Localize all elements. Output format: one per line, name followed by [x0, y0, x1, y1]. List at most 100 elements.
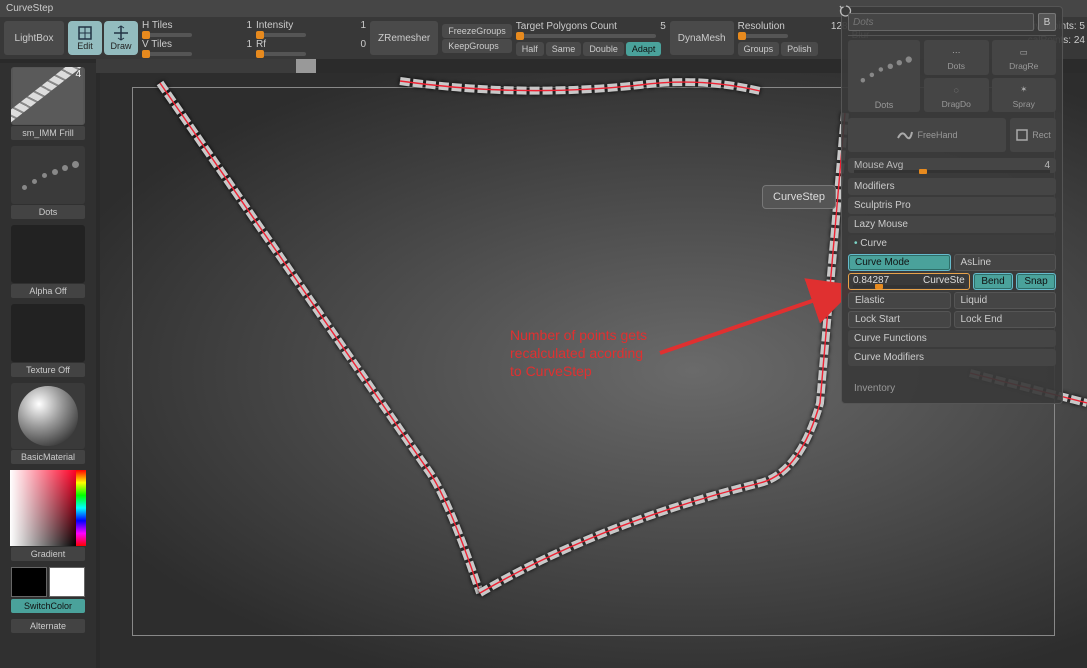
polish-button[interactable]: Polish [781, 42, 818, 56]
vtiles-label: V Tiles [142, 39, 172, 50]
rf-bar[interactable] [256, 52, 306, 56]
intensity-value: 1 [360, 20, 366, 31]
brush-label: sm_IMM Frill [11, 126, 85, 140]
current-stroke-label: Dots [875, 98, 894, 112]
tooltip-text: CurveStep [773, 191, 825, 203]
color-picker[interactable] [10, 470, 86, 546]
resolution-bar[interactable] [738, 34, 788, 38]
gradient-label[interactable]: Gradient [11, 547, 85, 561]
intensity-label: Intensity [256, 20, 293, 31]
draw-icon [113, 25, 129, 41]
lazy-mouse-section[interactable]: Lazy Mouse [848, 216, 1056, 233]
draw-mode-button[interactable]: Draw [104, 21, 138, 55]
sculptris-section[interactable]: Sculptris Pro [848, 197, 1056, 214]
switch-color-button[interactable]: SwitchColor [11, 599, 85, 613]
double-button[interactable]: Double [583, 42, 624, 56]
dots-icon [857, 51, 911, 87]
target-bar[interactable] [516, 34, 656, 38]
curve-mode-button[interactable]: Curve Mode [848, 254, 951, 271]
rf-label: Rf [256, 39, 266, 50]
draw-label: Draw [110, 41, 131, 51]
freeze-groups-button[interactable]: FreezeGroups [442, 24, 512, 38]
stroke-spray-cell[interactable]: ✶ Spray [992, 78, 1057, 113]
liquid-button[interactable]: Liquid [954, 292, 1057, 309]
color-field[interactable] [10, 470, 76, 546]
rf-value: 0 [360, 39, 366, 50]
freehand-label: FreeHand [917, 130, 957, 140]
annotation-text: Number of points gets recalculated acord… [510, 326, 647, 380]
lock-start-button[interactable]: Lock Start [848, 311, 951, 328]
hue-strip[interactable] [76, 470, 86, 546]
snap-button[interactable]: Snap [1016, 273, 1056, 290]
hotkey-badge: B [1038, 13, 1056, 31]
adapt-button[interactable]: Adapt [626, 42, 662, 56]
rect-label: Rect [1032, 130, 1051, 140]
rect-icon [1015, 128, 1029, 142]
curve-section-header[interactable]: Curve [848, 235, 1056, 252]
resolution-slider[interactable]: Resolution128 [738, 21, 848, 32]
htiles-label: H Tiles [142, 20, 173, 31]
dynamesh-button[interactable]: DynaMesh [670, 21, 734, 55]
inventory-section[interactable]: Inventory [848, 380, 1056, 397]
modifiers-section[interactable]: Modifiers [848, 178, 1056, 195]
rect-stroke-button[interactable]: Rect [1010, 118, 1056, 152]
mouse-avg-slider[interactable]: Mouse Avg 4 [848, 158, 1056, 173]
groups-button[interactable]: Groups [738, 42, 780, 56]
htiles-slider[interactable]: H Tiles 1 [142, 20, 252, 31]
stroke-search-input[interactable] [848, 13, 1034, 31]
vtiles-slider[interactable]: V Tiles 1 [142, 39, 252, 50]
title-text: CurveStep [6, 3, 53, 14]
stroke-dots-label: Dots [948, 61, 965, 71]
stroke-thumb[interactable] [11, 146, 85, 204]
stroke-dragrect-label: DragRe [1009, 61, 1038, 71]
keep-groups-button[interactable]: KeepGroups [442, 39, 512, 53]
vtiles-bar[interactable] [142, 52, 192, 56]
elastic-button[interactable]: Elastic [848, 292, 951, 309]
zremesher-button[interactable]: ZRemesher [370, 21, 438, 55]
stroke-dragrect-cell[interactable]: ▭ DragRe [992, 40, 1057, 75]
curvestep-slider[interactable]: 0.84287 CurveStep [848, 273, 970, 290]
alpha-thumb[interactable] [11, 225, 85, 283]
bend-button[interactable]: Bend [973, 273, 1013, 290]
lock-end-button[interactable]: Lock End [954, 311, 1057, 328]
stroke-search[interactable] [848, 13, 1034, 31]
curve-functions-section[interactable]: Curve Functions [848, 330, 1056, 347]
secondary-color-swatch[interactable] [49, 567, 85, 597]
curve-modifiers-section[interactable]: Curve Modifiers [848, 349, 1056, 366]
annotation-line3: to CurveStep [510, 362, 647, 380]
current-stroke-thumb[interactable]: Dots [848, 40, 920, 112]
material-thumb[interactable] [11, 383, 85, 449]
tooltip: CurveStep [762, 185, 836, 209]
alternate-button[interactable]: Alternate [11, 619, 85, 633]
stroke-label: Dots [11, 205, 85, 219]
freehand-icon [896, 128, 914, 142]
spray-icon: ✶ [1015, 81, 1033, 99]
intensity-bar[interactable] [256, 33, 306, 37]
same-button[interactable]: Same [546, 42, 582, 56]
target-value: 5 [660, 21, 666, 32]
rf-slider[interactable]: Rf 0 [256, 39, 366, 50]
stroke-dots-cell[interactable]: ⋯ Dots [924, 40, 989, 75]
intensity-slider[interactable]: Intensity 1 [256, 20, 366, 31]
resolution-label: Resolution [738, 21, 785, 32]
brush-count-badge: 4 [75, 69, 81, 80]
stroke-dragdot-label: DragDo [942, 99, 971, 109]
target-polys-slider[interactable]: Target Polygons Count 5 [516, 21, 666, 32]
main-color-swatch[interactable] [11, 567, 47, 597]
htiles-bar[interactable] [142, 33, 192, 37]
alpha-label: Alpha Off [11, 284, 85, 298]
edit-mode-button[interactable]: Edit [68, 21, 102, 55]
material-label: BasicMaterial [11, 450, 85, 464]
texture-label: Texture Off [11, 363, 85, 377]
brush-thumb[interactable]: 4 [11, 67, 85, 125]
texture-thumb[interactable] [11, 304, 85, 362]
stroke-spray-label: Spray [1013, 99, 1035, 109]
lightbox-button[interactable]: LightBox [4, 21, 64, 55]
freehand-stroke-button[interactable]: FreeHand [848, 118, 1006, 152]
htiles-value: 1 [246, 20, 252, 31]
half-button[interactable]: Half [516, 42, 544, 56]
as-line-button[interactable]: AsLine [954, 254, 1057, 271]
target-label: Target Polygons Count [516, 21, 617, 32]
stroke-dragdot-cell[interactable]: ◌ DragDo [924, 78, 989, 113]
vtiles-value: 1 [246, 39, 252, 50]
